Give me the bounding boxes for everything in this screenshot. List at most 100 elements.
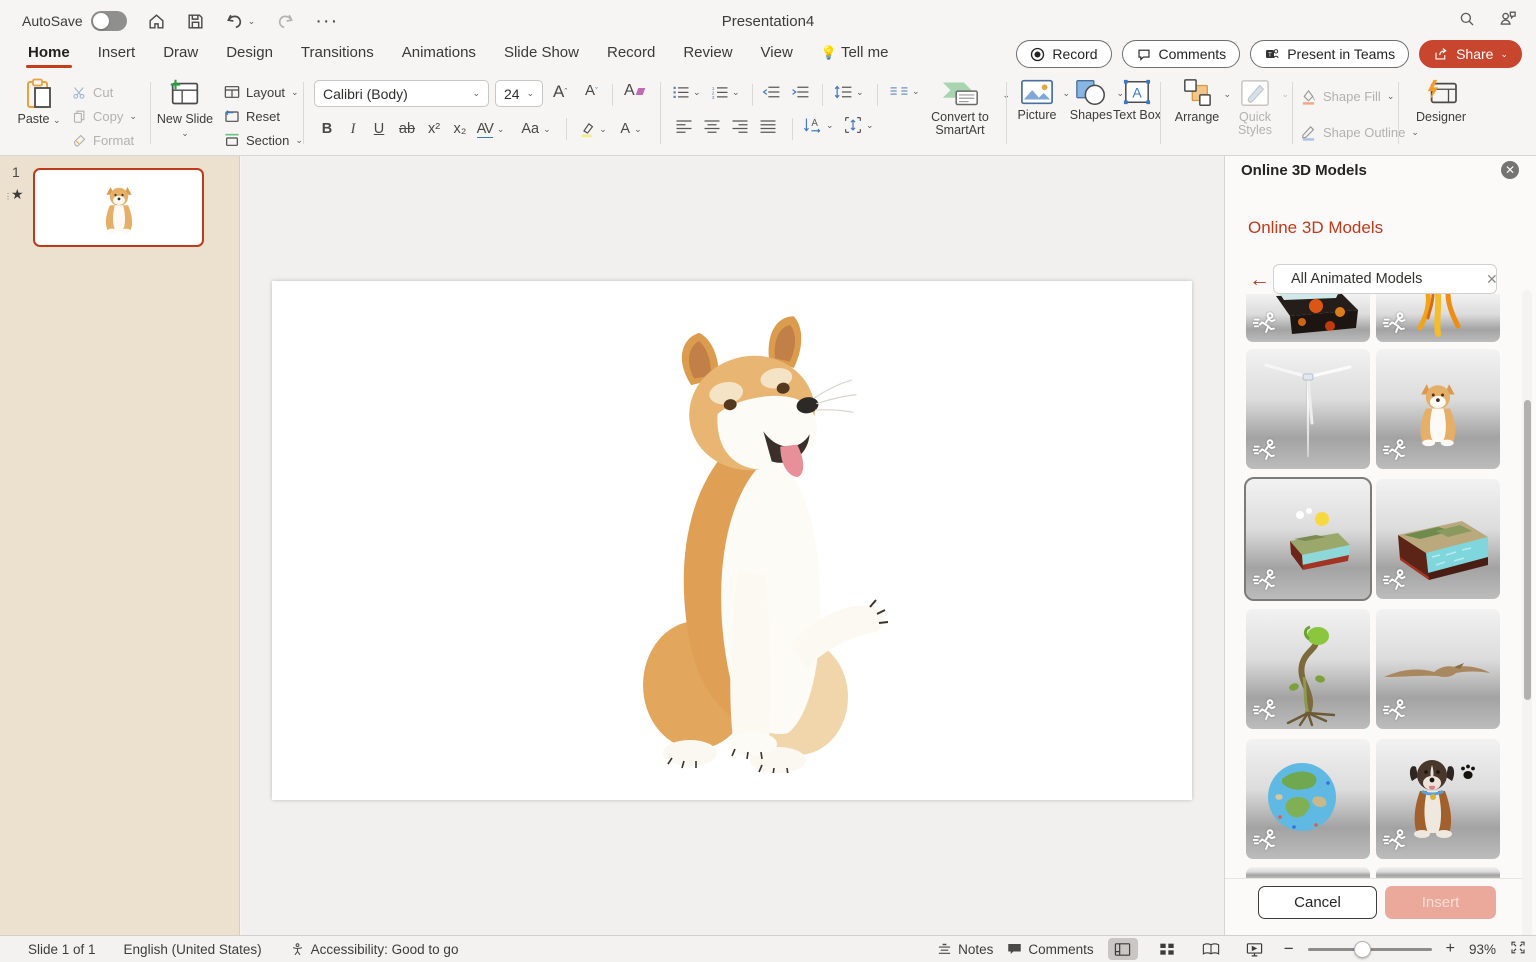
- align-center-button[interactable]: [703, 118, 721, 133]
- designer-button[interactable]: Designer: [1412, 78, 1470, 124]
- model-tile-lava-terrain-block[interactable]: [1246, 294, 1370, 342]
- arrange-button[interactable]: Arrange ⌄: [1168, 78, 1226, 124]
- person-chat-icon[interactable]: [1498, 9, 1518, 33]
- clear-formatting-button[interactable]: A: [624, 82, 644, 100]
- model-tile-pterodactyl[interactable]: [1376, 609, 1500, 729]
- comments-button[interactable]: Comments: [1122, 40, 1241, 68]
- normal-view-button[interactable]: [1108, 938, 1138, 960]
- tab-design[interactable]: Design: [226, 42, 273, 67]
- tab-animations[interactable]: Animations: [402, 42, 476, 67]
- model-tile-shiba-inu-dog[interactable]: [1376, 349, 1500, 469]
- text-highlight-button[interactable]: ⌄: [578, 116, 608, 142]
- align-left-button[interactable]: [675, 118, 693, 133]
- panel-scrollbar[interactable]: [1522, 290, 1532, 962]
- cancel-button[interactable]: Cancel: [1258, 886, 1377, 919]
- text-box-button[interactable]: A Text Box: [1108, 78, 1166, 122]
- panel-scrollbar-thumb[interactable]: [1524, 400, 1531, 700]
- paste-button[interactable]: Paste ⌄: [10, 78, 68, 127]
- tab-review[interactable]: Review: [683, 42, 732, 67]
- increase-indent-button[interactable]: [791, 84, 810, 100]
- picture-button[interactable]: Picture ⌄: [1008, 78, 1066, 122]
- shiba-inu-3d-model[interactable]: [602, 313, 902, 773]
- home-icon[interactable]: [147, 12, 166, 31]
- save-icon[interactable]: [186, 12, 205, 31]
- tab-home[interactable]: Home: [28, 42, 70, 67]
- change-case-button[interactable]: Aa⌄: [521, 116, 551, 142]
- shrink-font-button[interactable]: Aˇ: [585, 82, 598, 99]
- zoom-in-button[interactable]: +: [1446, 940, 1455, 958]
- tab-view[interactable]: View: [761, 42, 793, 67]
- model-tile-boxer-dog[interactable]: [1376, 739, 1500, 859]
- model-tile-beach-terrain[interactable]: [1376, 479, 1500, 599]
- zoom-slider-thumb[interactable]: [1354, 941, 1371, 958]
- font-color-button[interactable]: A⌄: [616, 116, 646, 142]
- justify-button[interactable]: [759, 118, 777, 133]
- model-tile-partial-bottom-left[interactable]: [1246, 867, 1370, 878]
- new-slide-button[interactable]: New Slide ⌄: [152, 78, 218, 140]
- model-tile-bean-sprout[interactable]: [1246, 609, 1370, 729]
- reading-view-button[interactable]: [1196, 938, 1226, 960]
- clear-search-icon[interactable]: ✕: [1486, 271, 1498, 288]
- bullets-button[interactable]: ⌄: [672, 84, 701, 100]
- model-tile-partial-bottom-right[interactable]: [1376, 867, 1500, 878]
- grow-font-button[interactable]: Aˆ: [553, 82, 567, 102]
- share-button[interactable]: Share ⌄: [1419, 40, 1522, 68]
- slide-sorter-view-button[interactable]: [1152, 938, 1182, 960]
- zoom-out-button[interactable]: −: [1284, 939, 1294, 959]
- bold-button[interactable]: B: [317, 116, 337, 142]
- accessibility-status[interactable]: Accessibility: Good to go: [290, 942, 459, 957]
- model-tile-terrain-diorama-selected[interactable]: [1246, 479, 1370, 599]
- search-icon[interactable]: [1458, 10, 1476, 33]
- notes-button[interactable]: Notes: [937, 942, 993, 957]
- underline-button[interactable]: U: [369, 116, 389, 142]
- reset-button[interactable]: Reset: [224, 106, 280, 126]
- record-button[interactable]: Record: [1016, 40, 1111, 68]
- autosave-switch[interactable]: [91, 11, 127, 31]
- columns-button[interactable]: ⌄: [889, 84, 920, 98]
- tab-transitions[interactable]: Transitions: [301, 42, 374, 67]
- undo-button[interactable]: ⌄: [225, 11, 256, 31]
- justify-icon: [759, 118, 777, 133]
- zoom-percentage[interactable]: 93%: [1469, 942, 1496, 957]
- decrease-indent-button[interactable]: [762, 84, 781, 100]
- model-tile-wind-turbine[interactable]: [1246, 349, 1370, 469]
- more-commands-button[interactable]: ···: [315, 10, 338, 33]
- present-in-teams-button[interactable]: T Present in Teams: [1250, 40, 1409, 68]
- comments-status-button[interactable]: Comments: [1007, 942, 1093, 957]
- autosave-toggle[interactable]: AutoSave: [22, 11, 127, 31]
- italic-button[interactable]: I: [343, 116, 363, 142]
- undo-chevron[interactable]: ⌄: [248, 16, 256, 27]
- align-text-button[interactable]: ⌄: [843, 116, 874, 134]
- tab-insert[interactable]: Insert: [98, 42, 136, 67]
- tab-record[interactable]: Record: [607, 42, 655, 67]
- back-arrow-icon[interactable]: ←: [1249, 268, 1270, 292]
- character-spacing-button[interactable]: AV⌄: [477, 116, 503, 142]
- numbering-button[interactable]: 123 ⌄: [711, 84, 740, 100]
- tab-draw[interactable]: Draw: [163, 42, 198, 67]
- layout-button[interactable]: Layout⌄: [224, 82, 299, 102]
- strikethrough-button[interactable]: ab: [395, 116, 419, 142]
- align-right-button[interactable]: [731, 118, 749, 133]
- model-search-box[interactable]: ✕: [1273, 264, 1497, 294]
- subscript-button[interactable]: x₂: [449, 116, 471, 142]
- tab-tell-me[interactable]: 💡Tell me: [821, 42, 889, 67]
- fit-slide-to-window-button[interactable]: [1510, 940, 1526, 958]
- font-name-select[interactable]: Calibri (Body)⌄: [314, 80, 489, 107]
- section-button[interactable]: Section⌄: [224, 130, 303, 150]
- slide-thumbnail-1[interactable]: [33, 168, 204, 247]
- model-tile-earth-globe[interactable]: [1246, 739, 1370, 859]
- font-size-select[interactable]: 24⌄: [495, 80, 543, 107]
- slide-show-button[interactable]: [1240, 938, 1270, 960]
- model-tile-lava-strands[interactable]: [1376, 294, 1500, 342]
- tab-slide-show[interactable]: Slide Show: [504, 42, 579, 67]
- text-direction-button[interactable]: A ⌄: [803, 116, 834, 134]
- search-input[interactable]: [1291, 271, 1478, 287]
- language-status[interactable]: English (United States): [124, 942, 262, 957]
- superscript-button[interactable]: x²: [423, 116, 445, 142]
- line-spacing-button[interactable]: ⌄: [834, 84, 864, 100]
- convert-to-smartart-button[interactable]: Convert to SmartArt ⌄: [916, 78, 1004, 137]
- share-chevron[interactable]: ⌄: [1500, 49, 1508, 60]
- slide-1-canvas[interactable]: [272, 281, 1192, 800]
- panel-close-icon[interactable]: ✕: [1501, 161, 1519, 179]
- zoom-slider[interactable]: [1308, 948, 1432, 951]
